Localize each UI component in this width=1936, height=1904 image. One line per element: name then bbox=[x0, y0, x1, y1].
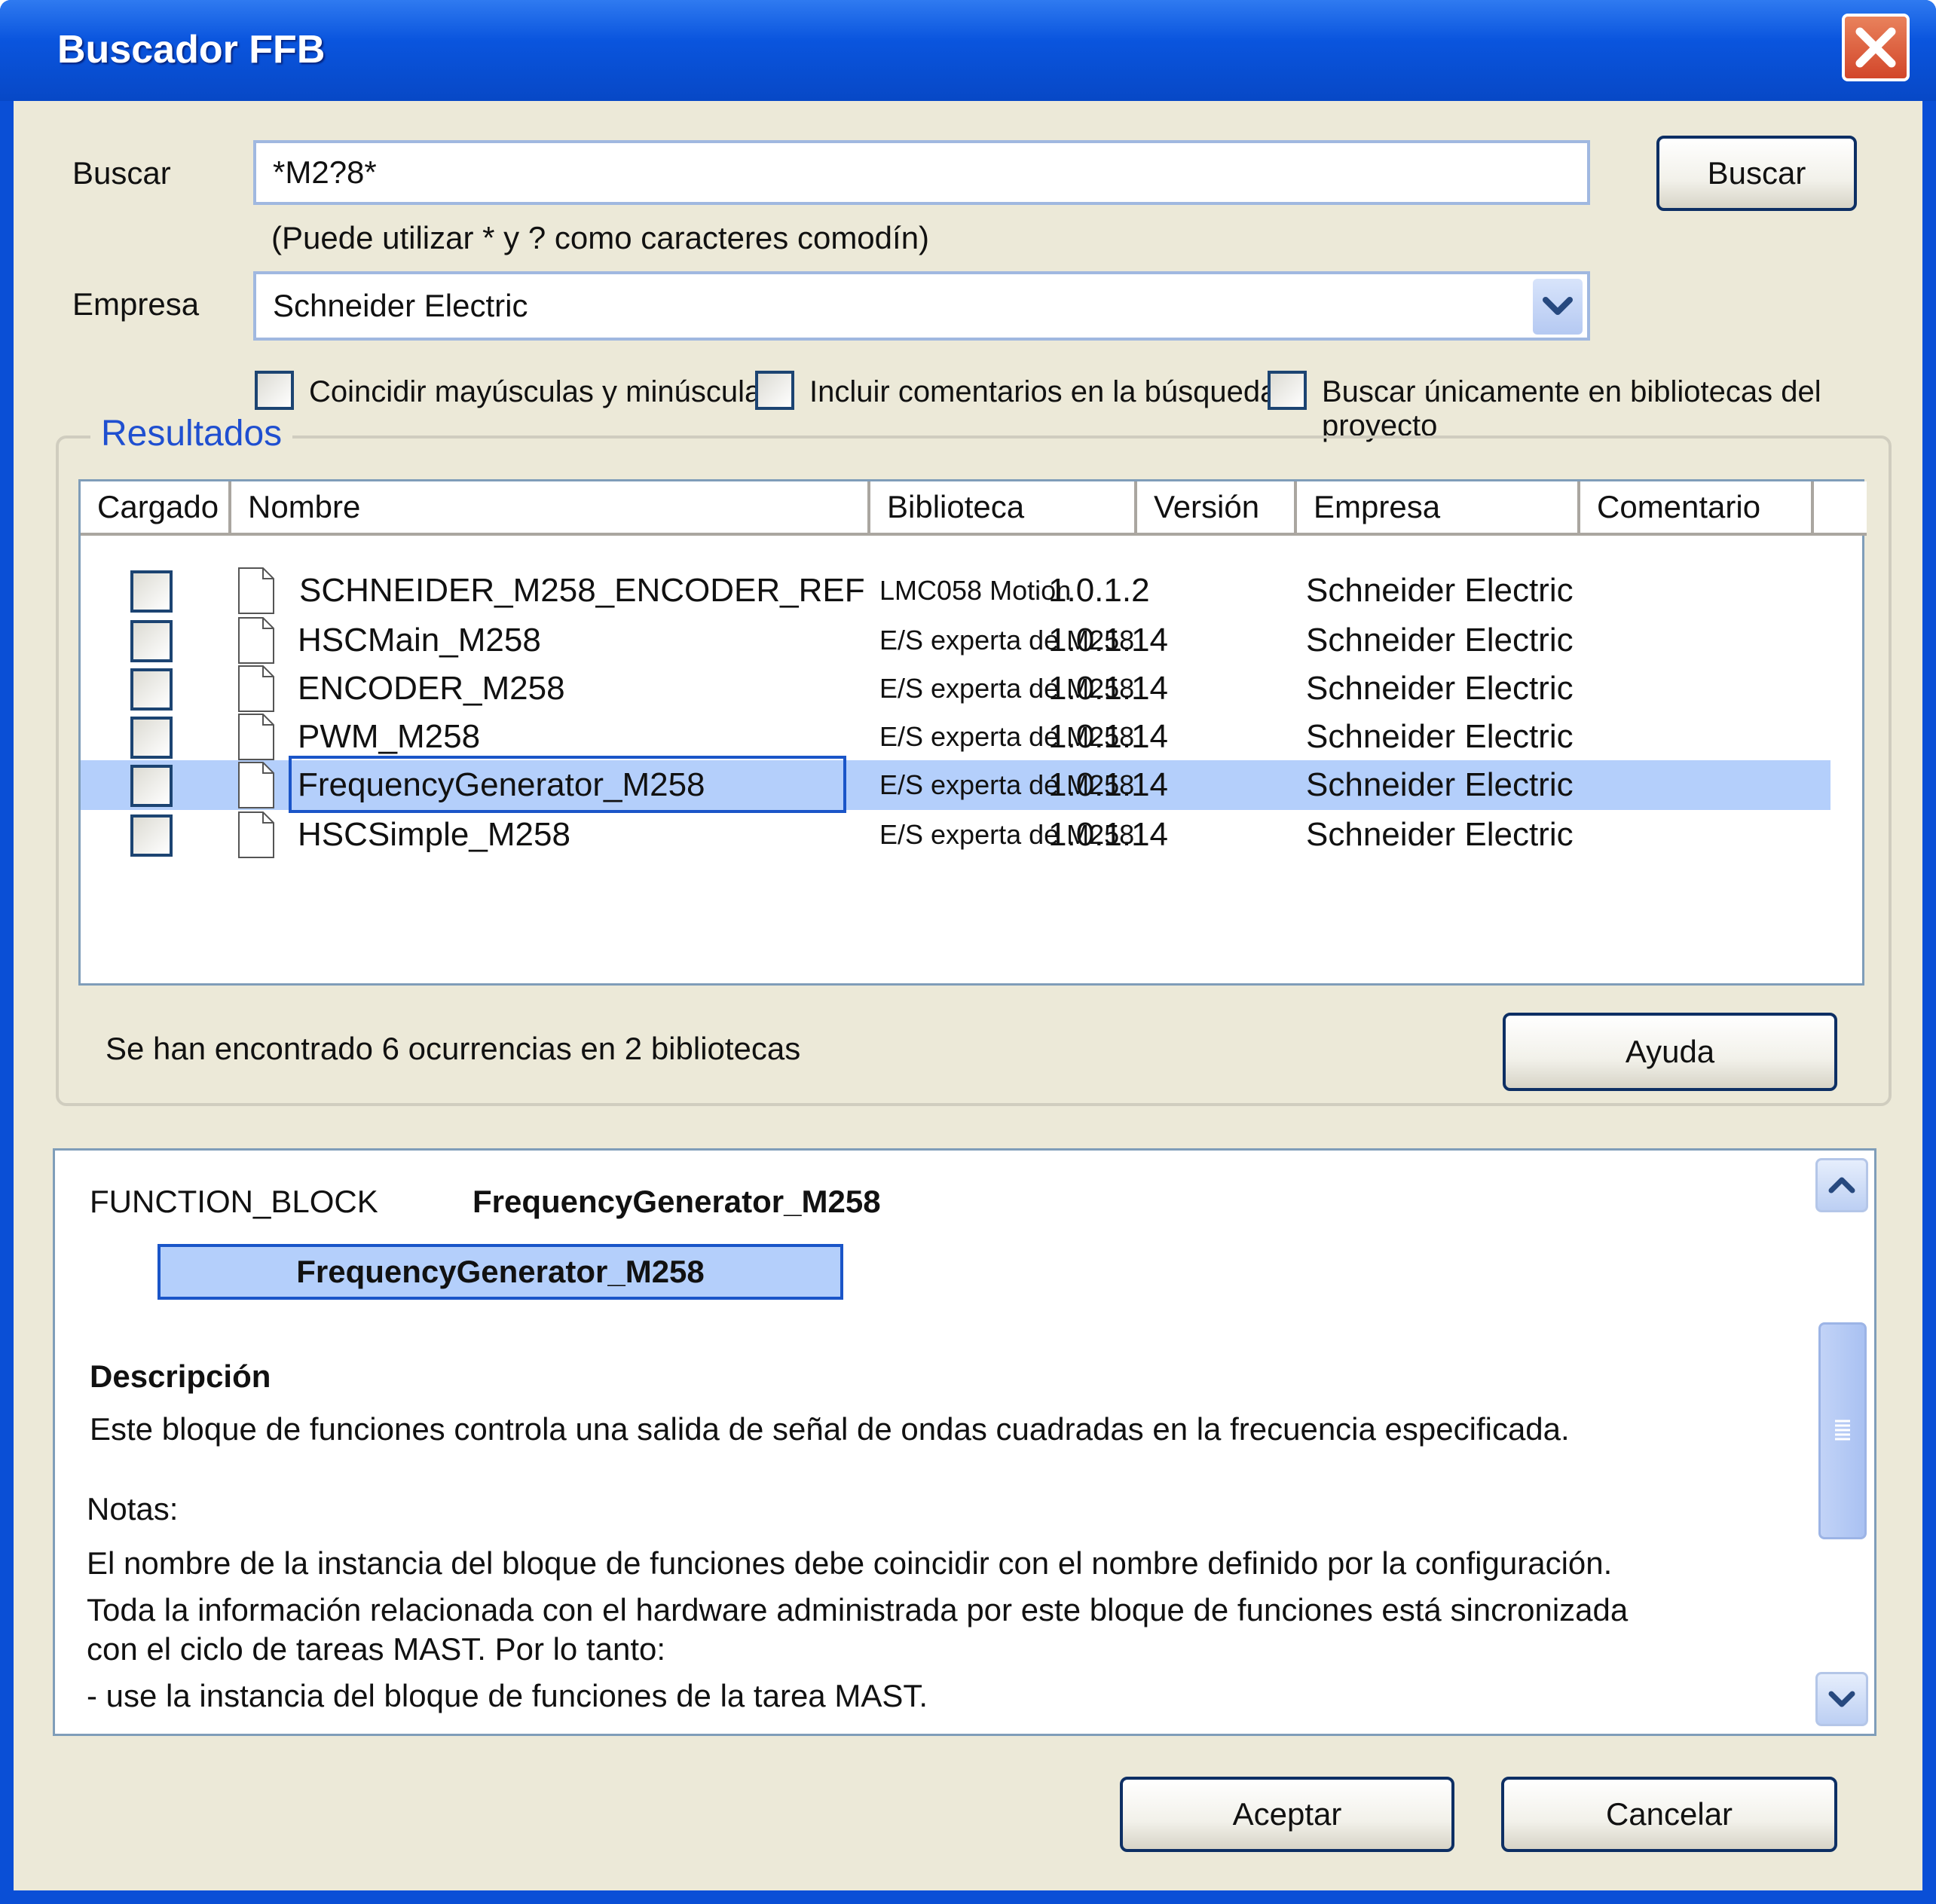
row-company: Schneider Electric bbox=[1306, 766, 1574, 803]
col-header-name[interactable]: Nombre bbox=[231, 481, 870, 536]
help-button[interactable]: Ayuda bbox=[1503, 1013, 1837, 1091]
row-name: HSCMain_M258 bbox=[298, 622, 541, 659]
detail-note-2b: con el ciclo de tareas MAST. Por lo tant… bbox=[87, 1631, 666, 1667]
row-company: Schneider Electric bbox=[1306, 816, 1574, 853]
document-icon bbox=[238, 665, 274, 712]
detail-note-1: El nombre de la instancia del bloque de … bbox=[87, 1545, 1613, 1581]
table-row[interactable]: ENCODER_M258 E/S experta de M258 1.0.1.14 S… bbox=[81, 664, 1867, 714]
row-company: Schneider Electric bbox=[1306, 622, 1574, 659]
scroll-grip-icon bbox=[1835, 1420, 1850, 1441]
window-title: Buscador FFB bbox=[57, 28, 326, 72]
row-name: ENCODER_M258 bbox=[298, 670, 565, 707]
scroll-up-button[interactable] bbox=[1815, 1158, 1868, 1212]
row-company: Schneider Electric bbox=[1306, 670, 1574, 707]
close-icon bbox=[1855, 27, 1896, 68]
row-loaded-checkbox[interactable] bbox=[130, 570, 173, 613]
table-row[interactable]: PWM_M258 E/S experta de M258 1.0.1.14 Schne… bbox=[81, 712, 1867, 762]
row-version: 1.0.1.14 bbox=[1048, 766, 1169, 803]
document-icon bbox=[238, 714, 274, 760]
row-version: 1.0.1.14 bbox=[1048, 670, 1169, 707]
detail-note-2a: Toda la información relacionada con el h… bbox=[87, 1592, 1629, 1627]
ok-button[interactable]: Aceptar bbox=[1120, 1777, 1454, 1852]
document-icon bbox=[238, 762, 274, 808]
document-icon bbox=[238, 617, 274, 664]
col-header-loaded[interactable]: Cargado bbox=[81, 481, 231, 536]
scroll-down-icon bbox=[1828, 1691, 1855, 1707]
row-loaded-checkbox[interactable] bbox=[130, 814, 173, 857]
document-icon bbox=[238, 811, 274, 858]
detail-block-box: FrequencyGenerator_M258 bbox=[158, 1244, 843, 1300]
table-row[interactable]: SCHNEIDER_M258_ENCODER_REF LMC058 Motion 1… bbox=[81, 566, 1867, 616]
ffb-finder-window: Buscador FFB Buscar *M2?8* Buscar (Puede… bbox=[0, 0, 1936, 1904]
table-row[interactable]: HSCSimple_M258 E/S experta de M258 1.0.1.1… bbox=[81, 810, 1867, 860]
row-name: HSCSimple_M258 bbox=[298, 816, 570, 853]
document-icon bbox=[238, 567, 274, 614]
row-loaded-checkbox[interactable] bbox=[130, 717, 173, 759]
detail-description-heading: Descripción bbox=[90, 1358, 271, 1394]
detail-kind: FUNCTION_BLOCK bbox=[90, 1184, 378, 1219]
detail-note-3: - use la instancia del bloque de funcion… bbox=[87, 1678, 928, 1713]
row-loaded-checkbox[interactable] bbox=[130, 765, 173, 807]
results-status: Se han encontrado 6 ocurrencias en 2 bib… bbox=[106, 1031, 801, 1066]
row-version: 1.0.1.14 bbox=[1048, 622, 1169, 659]
detail-description: Este bloque de funciones controla una sa… bbox=[90, 1411, 1570, 1447]
row-version: 1.0.1.14 bbox=[1048, 718, 1169, 755]
col-header-comment[interactable]: Comentario bbox=[1580, 481, 1814, 536]
title-bar: Buscador FFB bbox=[0, 0, 1936, 101]
row-version: 1.0.1.14 bbox=[1048, 816, 1169, 853]
row-company: Schneider Electric bbox=[1306, 572, 1574, 609]
results-group-title: Resultados bbox=[90, 413, 293, 454]
close-button[interactable] bbox=[1842, 14, 1910, 81]
col-header-library[interactable]: Biblioteca bbox=[870, 481, 1137, 536]
scroll-down-button[interactable] bbox=[1815, 1672, 1868, 1726]
row-name: SCHNEIDER_M258_ENCODER_REF bbox=[299, 572, 865, 609]
col-header-company[interactable]: Empresa bbox=[1297, 481, 1580, 536]
col-header-filler bbox=[1814, 481, 1867, 536]
detail-scrollbar[interactable] bbox=[1815, 1158, 1868, 1726]
detail-notes-heading: Notas: bbox=[87, 1491, 179, 1527]
row-version: 1.0.1.2 bbox=[1048, 572, 1150, 609]
row-focus-rectangle bbox=[289, 756, 846, 813]
cancel-button[interactable]: Cancelar bbox=[1501, 1777, 1837, 1852]
col-header-version[interactable]: Versión bbox=[1137, 481, 1297, 536]
scroll-up-icon bbox=[1828, 1177, 1855, 1193]
detail-pane[interactable]: FUNCTION_BLOCK FrequencyGenerator_M258 F… bbox=[53, 1148, 1876, 1736]
scroll-thumb[interactable] bbox=[1818, 1322, 1867, 1539]
row-library: LMC058 Motion bbox=[879, 575, 1072, 606]
row-loaded-checkbox[interactable] bbox=[130, 620, 173, 662]
row-company: Schneider Electric bbox=[1306, 718, 1574, 755]
row-loaded-checkbox[interactable] bbox=[130, 668, 173, 711]
lower-area: Resultados Cargado Nombre Biblioteca Ver… bbox=[14, 101, 1922, 1890]
table-row[interactable]: HSCMain_M258 E/S experta de M258 1.0.1.14 S… bbox=[81, 616, 1867, 665]
table-row[interactable]: FrequencyGenerator_M258 E/S experta de M2… bbox=[81, 756, 1830, 813]
detail-name: FrequencyGenerator_M258 bbox=[473, 1184, 881, 1219]
row-name: PWM_M258 bbox=[298, 718, 481, 755]
results-table[interactable]: Cargado Nombre Biblioteca Versión Empres… bbox=[78, 479, 1867, 986]
